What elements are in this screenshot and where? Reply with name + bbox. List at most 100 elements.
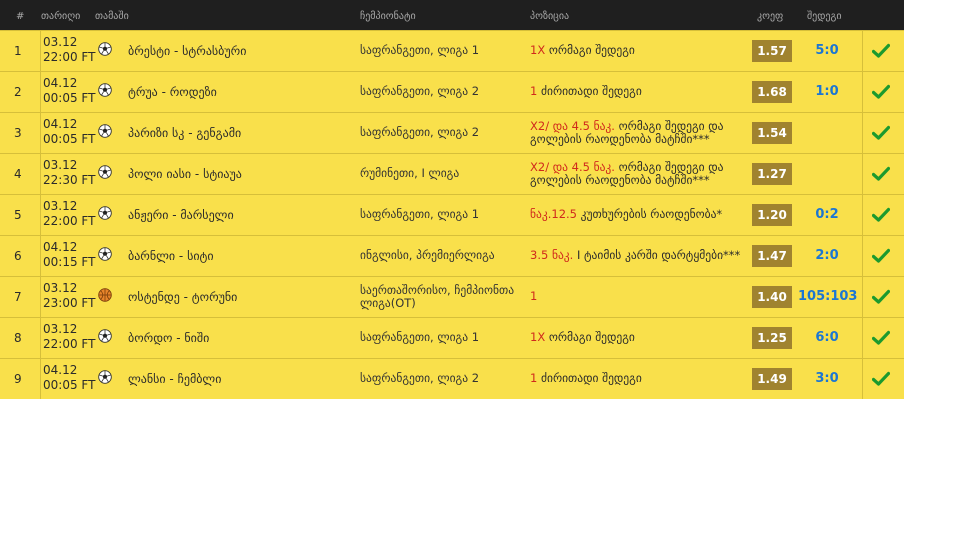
column-divider: [40, 236, 41, 276]
column-divider: [862, 154, 863, 194]
odds-badge: 1.20: [752, 204, 792, 226]
bet-position: 1: [530, 289, 538, 303]
header-date: თარიღი: [41, 11, 81, 22]
table-header: # თარიღი თამაში ჩემპიონატი პოზიცია კოეფ …: [0, 0, 904, 30]
championship-name: საფრანგეთი, ლიგა 2: [360, 371, 480, 385]
check-icon: [871, 125, 891, 141]
match-score: 0:2: [815, 207, 839, 222]
column-divider: [862, 31, 863, 71]
odds-badge: 1.25: [752, 327, 792, 349]
check-icon: [871, 371, 891, 387]
match-score: 3:0: [815, 371, 839, 386]
match-name[interactable]: ლანსი - ჩემბლი: [128, 372, 221, 386]
odds-badge: 1.27: [752, 163, 792, 185]
championship-name: საფრანგეთი, ლიგა 2: [360, 84, 480, 98]
match-name[interactable]: ოსტენდე - ტორუნი: [128, 290, 237, 304]
soccer-ball-icon: [98, 124, 112, 138]
championship-name: ინგლისი, პრემიერლიგა: [360, 248, 495, 262]
bet-position: 1 ძირითადი შედეგი: [530, 371, 642, 385]
odds-badge: 1.68: [752, 81, 792, 103]
row-number: 2: [14, 85, 22, 99]
soccer-ball-icon: [98, 247, 112, 261]
match-date: 03.12 23:00 FT: [43, 281, 96, 310]
column-divider: [40, 31, 41, 71]
header-num: #: [16, 11, 25, 22]
soccer-ball-icon: [98, 329, 112, 343]
championship-name: საფრანგეთი, ლიგა 1: [360, 207, 480, 221]
check-icon: [871, 43, 891, 59]
column-divider: [40, 359, 41, 399]
match-name[interactable]: ტრუა - როდეზი: [128, 85, 217, 99]
bet-position: X2/ და 4.5 ნაკ. ორმაგი შედეგი და გოლების…: [530, 119, 724, 146]
match-name[interactable]: ბრესტი - სტრასბური: [128, 44, 246, 58]
column-divider: [40, 195, 41, 235]
match-date: 03.12 22:00 FT: [43, 199, 96, 228]
match-score: 2:0: [815, 248, 839, 263]
column-divider: [40, 277, 41, 317]
check-icon: [871, 84, 891, 100]
row-number: 1: [14, 44, 22, 58]
match-score: 6:0: [815, 330, 839, 345]
odds-badge: 1.54: [752, 122, 792, 144]
odds-badge: 1.57: [752, 40, 792, 62]
table-row[interactable]: 6 04.12 00:15 FT ბარნლი - სიტი ინგლისი, პრემ…: [0, 235, 904, 276]
column-divider: [862, 113, 863, 153]
match-date: 04.12 00:05 FT: [43, 117, 96, 146]
table-row[interactable]: 8 03.12 22:00 FT ბორდო - ნიში საფრანგეთი, ლი…: [0, 317, 904, 358]
bet-position: X2/ და 4.5 ნაკ. ორმაგი შედეგი და გოლების…: [530, 160, 724, 187]
table-row[interactable]: 5 03.12 22:00 FT ანჟერი - მარსელი საფრანგეთი…: [0, 194, 904, 235]
championship-name: საფრანგეთი, ლიგა 1: [360, 330, 480, 344]
match-date: 04.12 00:15 FT: [43, 240, 96, 269]
championship-name: რუმინეთი, I ლიგა: [360, 166, 460, 180]
row-number: 4: [14, 167, 22, 181]
bet-position: ნაკ.12.5 კუთხურების რაოდენობა*: [530, 207, 723, 221]
table-row[interactable]: 1 03.12 22:00 FT ბრესტი - სტრასბური საფრანგე…: [0, 30, 904, 71]
bet-position: 1X ორმაგი შედეგი: [530, 43, 635, 57]
header-championship: ჩემპიონატი: [360, 11, 416, 22]
match-name[interactable]: ბარნლი - სიტი: [128, 249, 214, 263]
match-name[interactable]: ანჟერი - მარსელი: [128, 208, 234, 222]
odds-badge: 1.40: [752, 286, 792, 308]
column-divider: [862, 72, 863, 112]
match-date: 03.12 22:00 FT: [43, 35, 96, 64]
bet-position: 3.5 ნაკ. I ტაიმის კარში დარტყმები***: [530, 248, 741, 262]
match-date: 04.12 00:05 FT: [43, 363, 96, 392]
header-result: შედეგი: [807, 11, 842, 22]
table-row[interactable]: 9 04.12 00:05 FT ლანსი - ჩემბლი საფრანგეთი, …: [0, 358, 904, 399]
table-row[interactable]: 3 04.12 00:05 FT პარიზი სკ - გენგამი საფრანგ…: [0, 112, 904, 153]
soccer-ball-icon: [98, 206, 112, 220]
check-icon: [871, 166, 891, 182]
column-divider: [862, 318, 863, 358]
match-name[interactable]: პარიზი სკ - გენგამი: [128, 126, 241, 140]
column-divider: [862, 359, 863, 399]
column-divider: [40, 154, 41, 194]
match-score: 5:0: [815, 43, 839, 58]
match-score: 1:0: [815, 84, 839, 99]
results-table: # თარიღი თამაში ჩემპიონატი პოზიცია კოეფ …: [0, 0, 904, 399]
soccer-ball-icon: [98, 42, 112, 56]
match-name[interactable]: ბორდო - ნიში: [128, 331, 209, 345]
row-number: 8: [14, 331, 22, 345]
match-date: 03.12 22:30 FT: [43, 158, 96, 187]
row-number: 5: [14, 208, 22, 222]
odds-badge: 1.49: [752, 368, 792, 390]
match-date: 04.12 00:05 FT: [43, 76, 96, 105]
table-row[interactable]: 7 03.12 23:00 FT ოსტენდე - ტორუნი საერთაშორი…: [0, 276, 904, 317]
header-position: პოზიცია: [530, 11, 570, 22]
match-date: 03.12 22:00 FT: [43, 322, 96, 351]
championship-name: საფრანგეთი, ლიგა 2: [360, 125, 480, 139]
soccer-ball-icon: [98, 83, 112, 97]
row-number: 7: [14, 290, 22, 304]
check-icon: [871, 289, 891, 305]
table-row[interactable]: 4 03.12 22:30 FT პოლი იასი - სტიაუა რუმინეთი…: [0, 153, 904, 194]
check-icon: [871, 248, 891, 264]
match-score: 105:103: [798, 289, 858, 304]
table-row[interactable]: 2 04.12 00:05 FT ტრუა - როდეზი საფრანგეთი, ლ…: [0, 71, 904, 112]
header-match: თამაში: [95, 11, 129, 22]
check-icon: [871, 207, 891, 223]
match-name[interactable]: პოლი იასი - სტიაუა: [128, 167, 242, 181]
check-icon: [871, 330, 891, 346]
bet-position: 1X ორმაგი შედეგი: [530, 330, 635, 344]
championship-name: საერთაშორისო, ჩემპიონთა ლიგა(OT): [360, 283, 515, 310]
bet-position: 1 ძირითადი შედეგი: [530, 84, 642, 98]
